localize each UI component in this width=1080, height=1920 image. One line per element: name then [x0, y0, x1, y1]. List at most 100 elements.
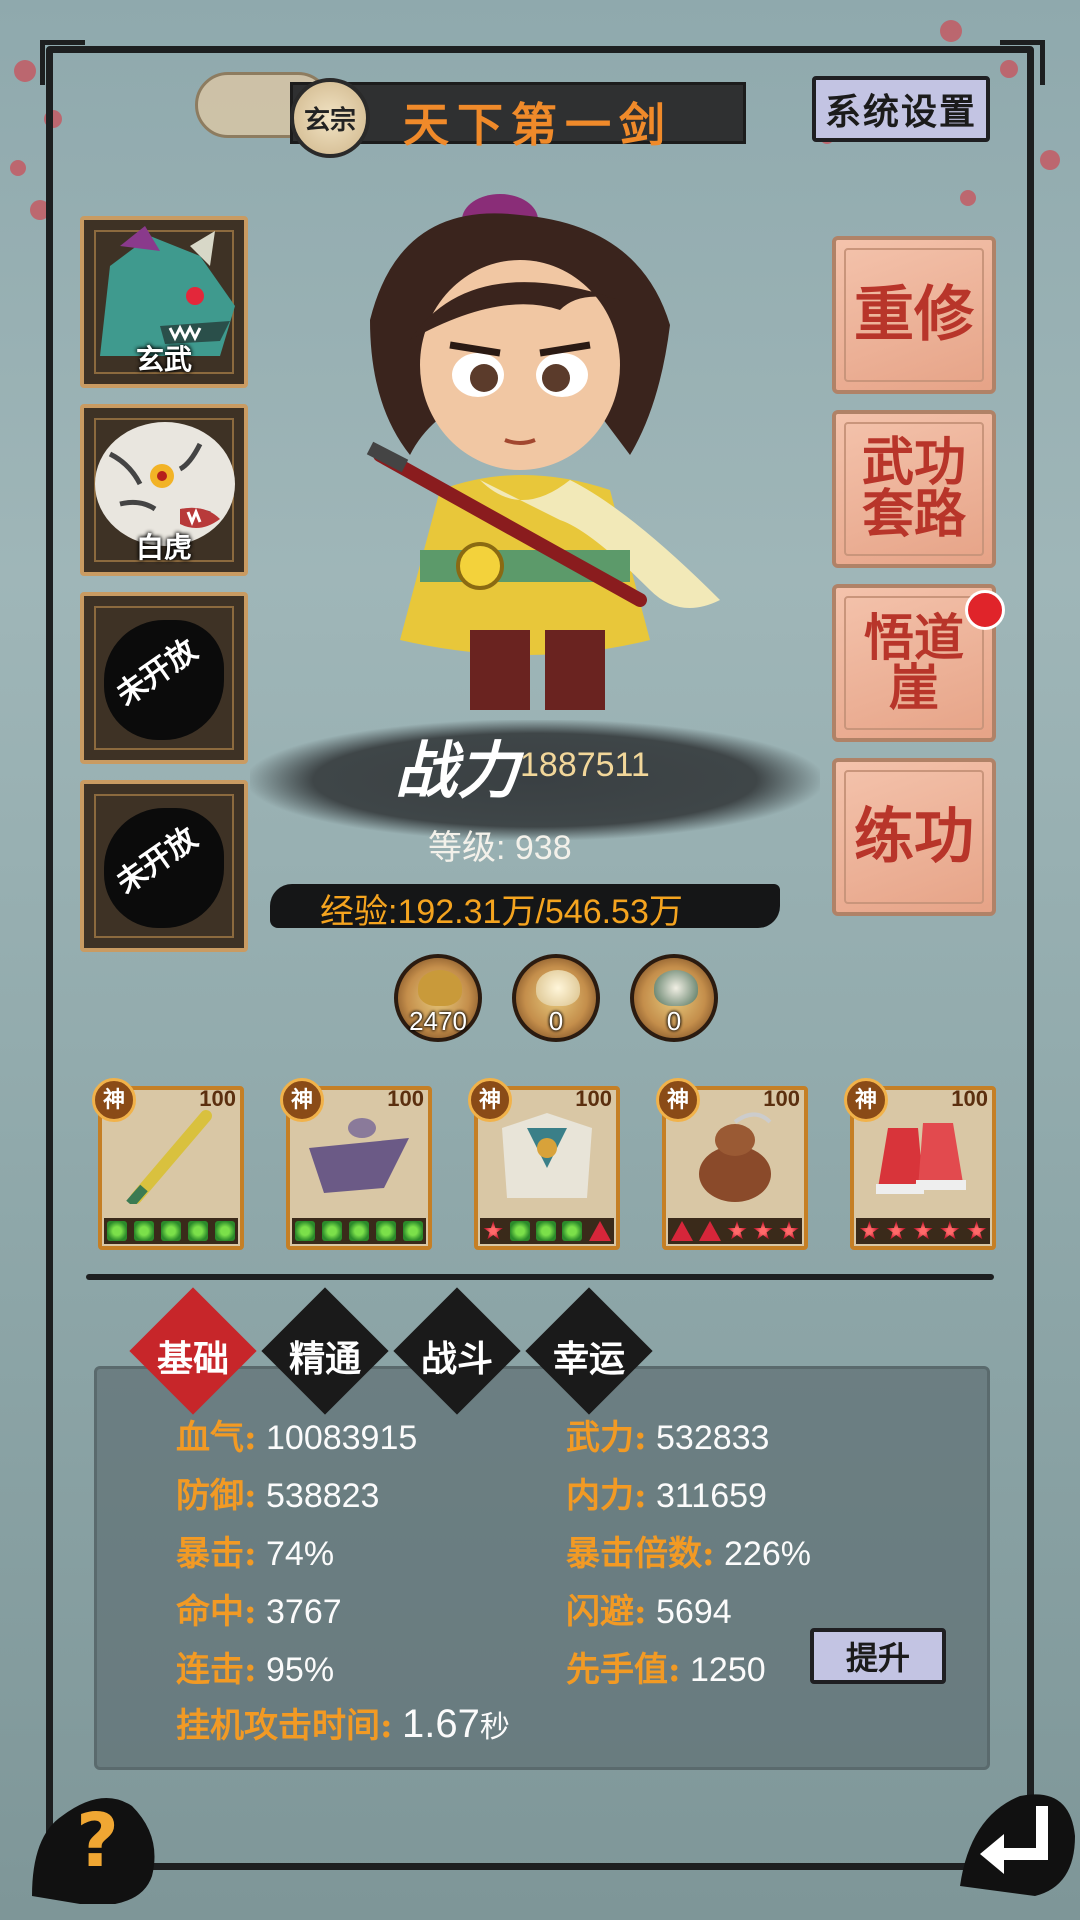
frame-corner — [40, 40, 85, 85]
gem-sockets — [480, 1218, 614, 1244]
gem-sockets — [856, 1218, 990, 1244]
gem-icon — [322, 1221, 343, 1241]
gem-icon — [966, 1221, 987, 1240]
currency-pearl[interactable]: 0 — [512, 954, 600, 1042]
help-icon: ? — [76, 1798, 119, 1884]
equip-slot-boots[interactable]: 神 100 — [844, 1078, 996, 1250]
level-text: 等级: 938 — [428, 829, 572, 867]
gem-sockets — [104, 1218, 238, 1244]
jade-urn-icon — [654, 970, 698, 1006]
stat-idle-attack-time: 挂机攻击时间: 1.67秒 — [176, 1702, 510, 1746]
combat-power-label: 战力 — [395, 734, 520, 807]
tab-luck[interactable]: 幸运 — [525, 1287, 653, 1415]
frame-corner — [1000, 40, 1045, 85]
help-button[interactable]: ? — [22, 1776, 162, 1904]
tab-mastery[interactable]: 精通 — [261, 1287, 389, 1415]
tab-label: 幸运 — [552, 1338, 625, 1380]
back-button[interactable] — [950, 1776, 1078, 1904]
stat-force: 武力: 532833 — [566, 1418, 770, 1458]
stat-crit-multiplier: 暴击倍数: 226% — [566, 1534, 811, 1574]
stat-defense: 防御: 538823 — [176, 1476, 380, 1516]
gem-icon — [940, 1221, 960, 1240]
beast-slot-locked[interactable]: 未开放 — [80, 592, 248, 764]
grade-badge: 神 — [468, 1078, 512, 1122]
gem-icon — [348, 1221, 369, 1241]
equip-slot-accessory[interactable]: 神 100 — [656, 1078, 808, 1250]
gem-icon — [727, 1221, 747, 1240]
exp-text: 经验:192.31万/546.53万 — [320, 893, 683, 931]
stat-crit: 暴击: 74% — [176, 1534, 335, 1574]
gem-icon — [562, 1221, 583, 1241]
gem-icon — [886, 1221, 906, 1240]
equip-slot-weapon[interactable]: 神 100 — [92, 1078, 244, 1250]
tab-label: 精通 — [288, 1338, 361, 1380]
gem-icon — [509, 1221, 530, 1241]
player-title: 天下第一剑 — [403, 98, 673, 152]
sword-icon — [126, 1110, 212, 1204]
stat-hit: 命中: 3767 — [176, 1592, 342, 1632]
armor-icon — [502, 1113, 592, 1198]
stat-dodge: 闪避: 5694 — [566, 1592, 732, 1632]
equip-level: 100 — [575, 1086, 612, 1111]
gem-icon — [779, 1221, 799, 1240]
beast-slot-label: 玄武 — [135, 343, 192, 376]
currency-value: 0 — [548, 1006, 564, 1036]
gem-icon — [295, 1221, 316, 1241]
stat-hp: 血气: 10083915 — [176, 1418, 418, 1458]
grade-badge: 神 — [92, 1078, 136, 1122]
gem-icon — [160, 1221, 181, 1241]
stat-inner-power: 内力: 311659 — [566, 1476, 767, 1516]
equip-level: 100 — [199, 1086, 236, 1111]
gem-icon — [402, 1221, 423, 1241]
hero-character-portrait — [366, 194, 720, 710]
hat-icon — [309, 1118, 409, 1193]
stat-combo: 连击: 95% — [176, 1650, 335, 1690]
gold-ingot-icon — [418, 970, 462, 1006]
practice-button[interactable]: 练功 — [832, 758, 996, 916]
section-divider — [86, 1274, 994, 1280]
beast-slot-label: 白虎 — [135, 531, 192, 564]
gem-icon — [107, 1221, 128, 1241]
stat-initiative: 先手值: 1250 — [566, 1650, 766, 1690]
gem-icon — [859, 1221, 879, 1240]
sect-badge[interactable]: 玄宗 — [290, 78, 370, 158]
gem-icon — [187, 1221, 208, 1241]
tab-combat[interactable]: 战斗 — [393, 1287, 521, 1415]
gem-icon — [753, 1221, 773, 1240]
currency-gold[interactable]: 2470 — [394, 954, 482, 1042]
combat-power-value: 1887511 — [520, 746, 650, 784]
return-arrow-icon — [960, 1794, 1075, 1896]
gem-icon — [134, 1221, 155, 1241]
currency-value: 2470 — [409, 1006, 467, 1036]
beast-slot-xuanwu[interactable]: 玄武 — [80, 216, 248, 388]
system-settings-button[interactable]: 系统设置 — [812, 76, 990, 142]
tab-label: 基础 — [156, 1338, 229, 1380]
equip-slot-armor[interactable]: 神 100 — [468, 1078, 620, 1250]
gem-sockets — [292, 1218, 426, 1244]
gem-icon — [588, 1221, 611, 1241]
upgrade-button[interactable]: 提升 — [810, 1628, 946, 1684]
rebuild-button[interactable]: 重修 — [832, 236, 996, 394]
equip-slot-hat[interactable]: 神 100 — [280, 1078, 432, 1250]
pearl-icon — [536, 970, 580, 1006]
currency-jade[interactable]: 0 — [630, 954, 718, 1042]
tab-basic[interactable]: 基础 — [129, 1287, 257, 1415]
beast-slot-locked[interactable]: 未开放 — [80, 780, 248, 952]
gem-icon — [214, 1221, 235, 1241]
grade-badge: 神 — [844, 1078, 888, 1122]
grade-badge: 神 — [656, 1078, 700, 1122]
gem-sockets — [668, 1218, 802, 1244]
currency-value: 0 — [666, 1006, 682, 1036]
gem-icon — [913, 1221, 933, 1240]
equip-level: 100 — [951, 1086, 988, 1111]
beast-slot-baihu[interactable]: 白虎 — [80, 404, 248, 576]
tab-label: 战斗 — [420, 1338, 493, 1380]
boots-icon — [876, 1123, 966, 1194]
gem-icon — [671, 1221, 693, 1241]
notification-dot — [965, 590, 1005, 630]
equip-level: 100 — [763, 1086, 800, 1111]
martial-routine-button[interactable]: 武功套路 — [832, 410, 996, 568]
gem-icon — [375, 1221, 396, 1241]
grade-badge: 神 — [280, 1078, 324, 1122]
gem-icon — [535, 1221, 556, 1241]
